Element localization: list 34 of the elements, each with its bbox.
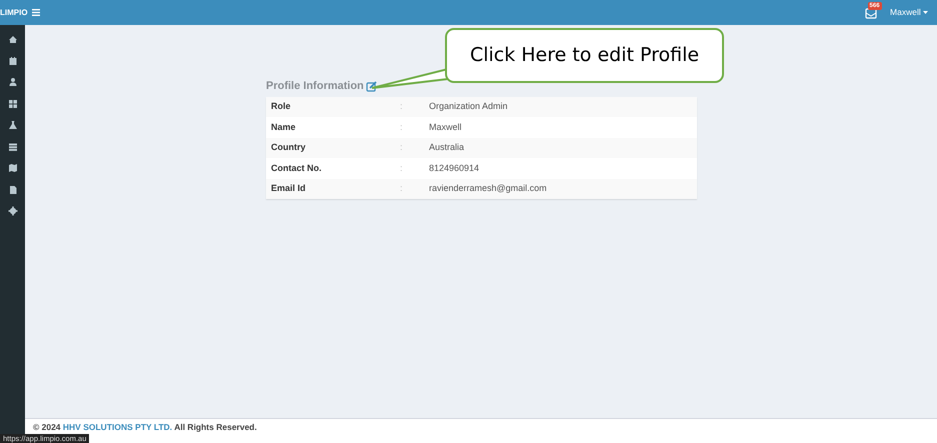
- menu-icon[interactable]: [32, 9, 40, 16]
- user-menu[interactable]: Maxwell: [890, 6, 921, 19]
- field-label: Country: [270, 141, 306, 154]
- section-title: Profile Information: [266, 79, 364, 94]
- brand-logo[interactable]: LIMPIO: [0, 6, 28, 18]
- calendar-icon[interactable]: [8, 56, 18, 66]
- copyright-text: © 2024 HHV SOLUTIONS PTY LTD. All Rights Reserved.: [33, 421, 257, 434]
- field-value: ravienderramesh@gmail.com: [429, 182, 547, 196]
- separator-colon: :: [399, 162, 404, 175]
- file-icon[interactable]: [8, 184, 18, 194]
- field-value: Organization Admin: [429, 100, 508, 114]
- map-icon[interactable]: [8, 163, 18, 173]
- field-value: 8124960914: [429, 162, 480, 175]
- home-icon[interactable]: [8, 34, 18, 44]
- envelope-icon[interactable]: [864, 7, 877, 20]
- settings-icon[interactable]: [8, 206, 18, 216]
- list-icon[interactable]: [8, 142, 18, 152]
- field-label: Email Id: [270, 182, 307, 196]
- field-label: Name: [270, 120, 297, 134]
- separator-colon: :: [399, 120, 404, 134]
- field-value: Maxwell: [429, 120, 462, 134]
- field-value: Australia: [429, 141, 464, 154]
- separator-colon: :: [399, 141, 404, 154]
- separator-colon: :: [399, 100, 404, 114]
- field-label: Contact No.: [270, 162, 322, 175]
- user-icon[interactable]: [8, 77, 18, 87]
- callout-bubble: Click Here to edit Profile: [445, 28, 724, 83]
- field-label: Role: [270, 100, 292, 114]
- grid-icon[interactable]: [8, 98, 18, 108]
- edit-icon[interactable]: [366, 80, 378, 92]
- flask-icon[interactable]: [8, 120, 18, 130]
- caret-icon: [923, 10, 928, 14]
- company-link[interactable]: HHV SOLUTIONS PTY LTD.: [62, 422, 172, 432]
- separator-colon: :: [399, 182, 404, 196]
